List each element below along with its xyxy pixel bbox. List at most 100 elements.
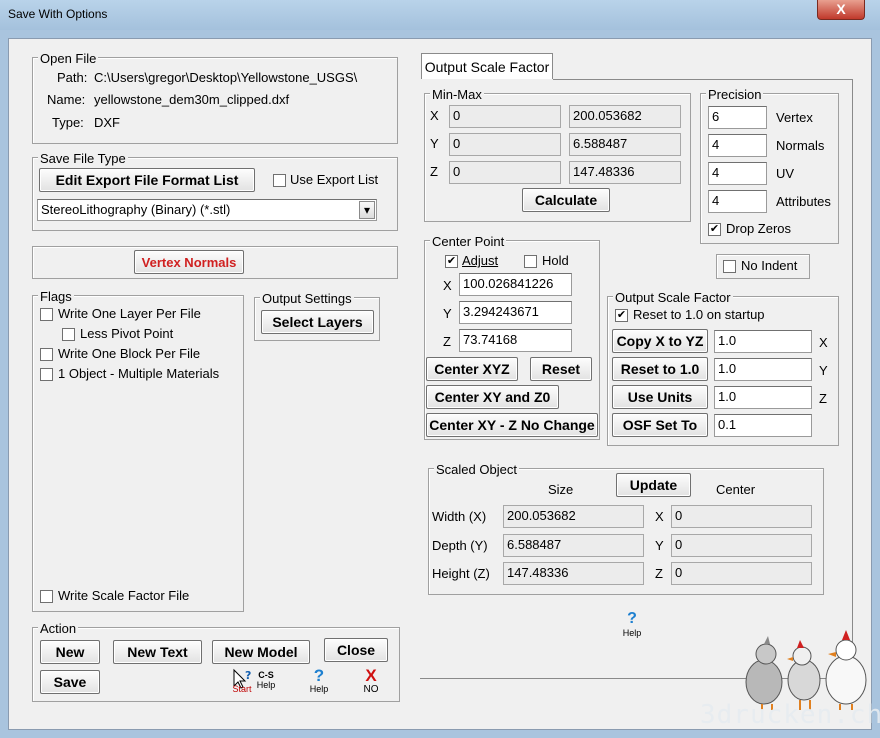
calculate-button[interactable]: Calculate xyxy=(522,188,610,212)
reset-center-button[interactable]: Reset xyxy=(530,357,592,381)
minmax-y-label: Y xyxy=(430,136,439,151)
osf-set-to-field[interactable]: 0.1 xyxy=(714,414,812,437)
close-button[interactable]: Close xyxy=(324,638,388,662)
osf-set-to-button[interactable]: OSF Set To xyxy=(612,413,708,437)
name-value: yellowstone_dem30m_clipped.dxf xyxy=(94,92,290,107)
osf-y-field[interactable]: 1.0 xyxy=(714,358,812,381)
depth-field[interactable]: 6.588487 xyxy=(503,534,644,557)
vertex-precision-field[interactable]: 6 xyxy=(708,106,767,129)
attributes-precision-label: Attributes xyxy=(776,194,831,209)
drop-zeros-label: Drop Zeros xyxy=(726,221,792,236)
use-export-list-label: Use Export List xyxy=(290,172,379,187)
center-y-field[interactable]: 3.294243671 xyxy=(459,301,572,324)
width-field[interactable]: 200.053682 xyxy=(503,505,644,528)
write-one-layer-checkbox[interactable] xyxy=(40,308,53,321)
size-header: Size xyxy=(548,482,574,497)
use-export-list-checkbox[interactable] xyxy=(273,174,286,187)
center-xy-no-change-button[interactable]: Center XY - Z No Change xyxy=(426,413,598,437)
action-label: Action xyxy=(38,621,79,636)
center-point-label: Center Point xyxy=(430,234,507,249)
height-field[interactable]: 147.48336 xyxy=(503,562,644,585)
tab-page-border-right xyxy=(852,79,853,679)
center-y-readout[interactable]: 0 xyxy=(671,534,812,557)
copy-x-to-yz-button[interactable]: Copy X to YZ xyxy=(612,329,708,353)
tab-output-scale-factor[interactable]: Output Scale Factor xyxy=(421,53,553,81)
help-caption: Help xyxy=(309,684,329,694)
save-file-type-label: Save File Type xyxy=(38,151,128,166)
write-scale-factor-label: Write Scale Factor File xyxy=(58,588,190,603)
minmax-x-label: X xyxy=(430,108,439,123)
adjust-checkbox[interactable]: ✔ xyxy=(445,255,458,268)
hold-checkbox[interactable] xyxy=(524,255,537,268)
no-indent-checkbox[interactable] xyxy=(723,260,736,273)
chicken-mascots-icon xyxy=(742,626,876,710)
cs-help-line1: C-S xyxy=(258,670,274,680)
osf-z-label: Z xyxy=(819,391,827,406)
center-header: Center xyxy=(716,482,756,497)
chevron-down-icon[interactable]: ▾ xyxy=(359,201,375,219)
height-label: Height (Z) xyxy=(432,566,490,581)
mascot-drawing xyxy=(745,630,867,710)
osf-x-label: X xyxy=(819,335,828,350)
y-max-field[interactable]: 6.588487 xyxy=(569,133,681,156)
reset-on-startup-checkbox[interactable]: ✔ xyxy=(615,309,628,322)
center-x-readout[interactable]: 0 xyxy=(671,505,812,528)
center-xy-z0-button[interactable]: Center XY and Z0 xyxy=(426,385,559,409)
no-x-icon[interactable]: X xyxy=(361,666,381,686)
edit-export-format-list-button[interactable]: Edit Export File Format List xyxy=(39,168,255,192)
svg-text:?: ? xyxy=(245,669,251,682)
uv-precision-label: UV xyxy=(776,166,795,181)
x-min-field[interactable]: 0 xyxy=(449,105,561,128)
center-x-field[interactable]: 100.026841226 xyxy=(459,273,572,296)
window-close-button[interactable]: X xyxy=(817,0,865,20)
window-title: Save With Options xyxy=(8,7,108,21)
depth-label: Depth (Y) xyxy=(432,538,488,553)
title-bar xyxy=(0,0,880,30)
path-label: Path: xyxy=(57,70,88,85)
hold-label: Hold xyxy=(542,253,569,268)
attributes-precision-field[interactable]: 4 xyxy=(708,190,767,213)
question-icon[interactable]: ? xyxy=(308,666,330,686)
new-model-button[interactable]: New Model xyxy=(212,640,310,664)
minmax-z-label: Z xyxy=(430,164,438,179)
less-pivot-checkbox[interactable] xyxy=(62,328,75,341)
tab-page-border xyxy=(553,79,853,80)
reset-to-one-button[interactable]: Reset to 1.0 xyxy=(612,357,708,381)
z-min-field[interactable]: 0 xyxy=(449,161,561,184)
one-object-materials-label: 1 Object - Multiple Materials xyxy=(58,366,220,381)
cs-help-line2: Help xyxy=(256,680,276,690)
one-object-materials-checkbox[interactable] xyxy=(40,368,53,381)
precision-label: Precision xyxy=(706,87,764,102)
update-button[interactable]: Update xyxy=(616,473,691,497)
normals-precision-label: Normals xyxy=(776,138,825,153)
uv-precision-field[interactable]: 4 xyxy=(708,162,767,185)
file-type-select[interactable]: StereoLithography (Binary) (*.stl) xyxy=(37,199,377,221)
center-z-field[interactable]: 73.74168 xyxy=(459,329,572,352)
no-caption: NO xyxy=(363,684,379,695)
select-layers-button[interactable]: Select Layers xyxy=(261,310,374,334)
center-z-readout[interactable]: 0 xyxy=(671,562,812,585)
normals-precision-field[interactable]: 4 xyxy=(708,134,767,157)
z-max-field[interactable]: 147.48336 xyxy=(569,161,681,184)
osf-z-field[interactable]: 1.0 xyxy=(714,386,812,409)
vertex-precision-label: Vertex xyxy=(776,110,813,125)
y-min-field[interactable]: 0 xyxy=(449,133,561,156)
write-one-block-label: Write One Block Per File xyxy=(58,346,201,361)
name-label: Name: xyxy=(47,92,86,107)
vertex-normals-button[interactable]: Vertex Normals xyxy=(134,250,244,274)
cs-help-icon[interactable]: C-S Help xyxy=(254,670,278,690)
center-y-label: Y xyxy=(443,306,452,321)
adjust-label: Adjust xyxy=(462,253,499,268)
tab-help-question-icon[interactable]: ? xyxy=(622,610,642,628)
osf-x-field[interactable]: 1.0 xyxy=(714,330,812,353)
center-xyz-button[interactable]: Center XYZ xyxy=(426,357,518,381)
x-max-field[interactable]: 200.053682 xyxy=(569,105,681,128)
write-one-block-checkbox[interactable] xyxy=(40,348,53,361)
write-scale-factor-checkbox[interactable] xyxy=(40,590,53,603)
use-units-button[interactable]: Use Units xyxy=(612,385,708,409)
save-button[interactable]: Save xyxy=(40,670,100,694)
drop-zeros-checkbox[interactable]: ✔ xyxy=(708,223,721,236)
new-text-button[interactable]: New Text xyxy=(113,640,202,664)
new-button[interactable]: New xyxy=(40,640,100,664)
type-label: Type: xyxy=(52,115,84,130)
